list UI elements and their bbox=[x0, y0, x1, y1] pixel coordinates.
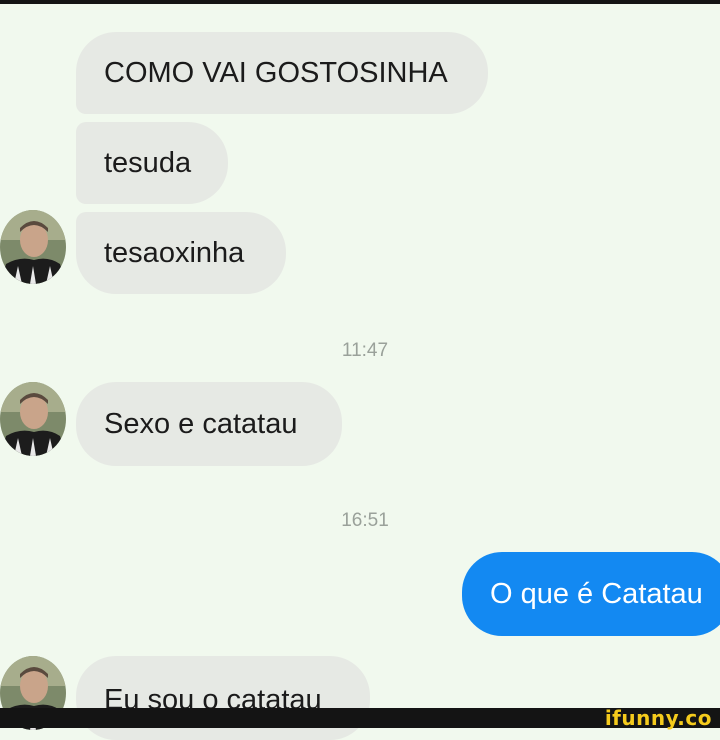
timestamp: 16:51 bbox=[341, 510, 389, 531]
watermark-logo: ifunny.co bbox=[604, 706, 712, 730]
contact-avatar[interactable] bbox=[0, 382, 66, 456]
message-bubble-incoming[interactable]: Sexo e catatau bbox=[76, 382, 342, 466]
message-bubble-incoming[interactable]: tesaoxinha bbox=[76, 212, 286, 294]
message-bubble-outgoing[interactable]: O que é Catatau bbox=[462, 552, 720, 636]
message-bubble-incoming[interactable]: tesuda bbox=[76, 122, 228, 204]
top-edge bbox=[0, 0, 720, 4]
avatar-photo-icon bbox=[0, 382, 66, 456]
avatar-photo-icon bbox=[0, 210, 66, 284]
message-bubble-incoming[interactable]: COMO VAI GOSTOSINHA bbox=[76, 32, 488, 114]
timestamp: 11:47 bbox=[341, 340, 389, 361]
contact-avatar[interactable] bbox=[0, 210, 66, 284]
